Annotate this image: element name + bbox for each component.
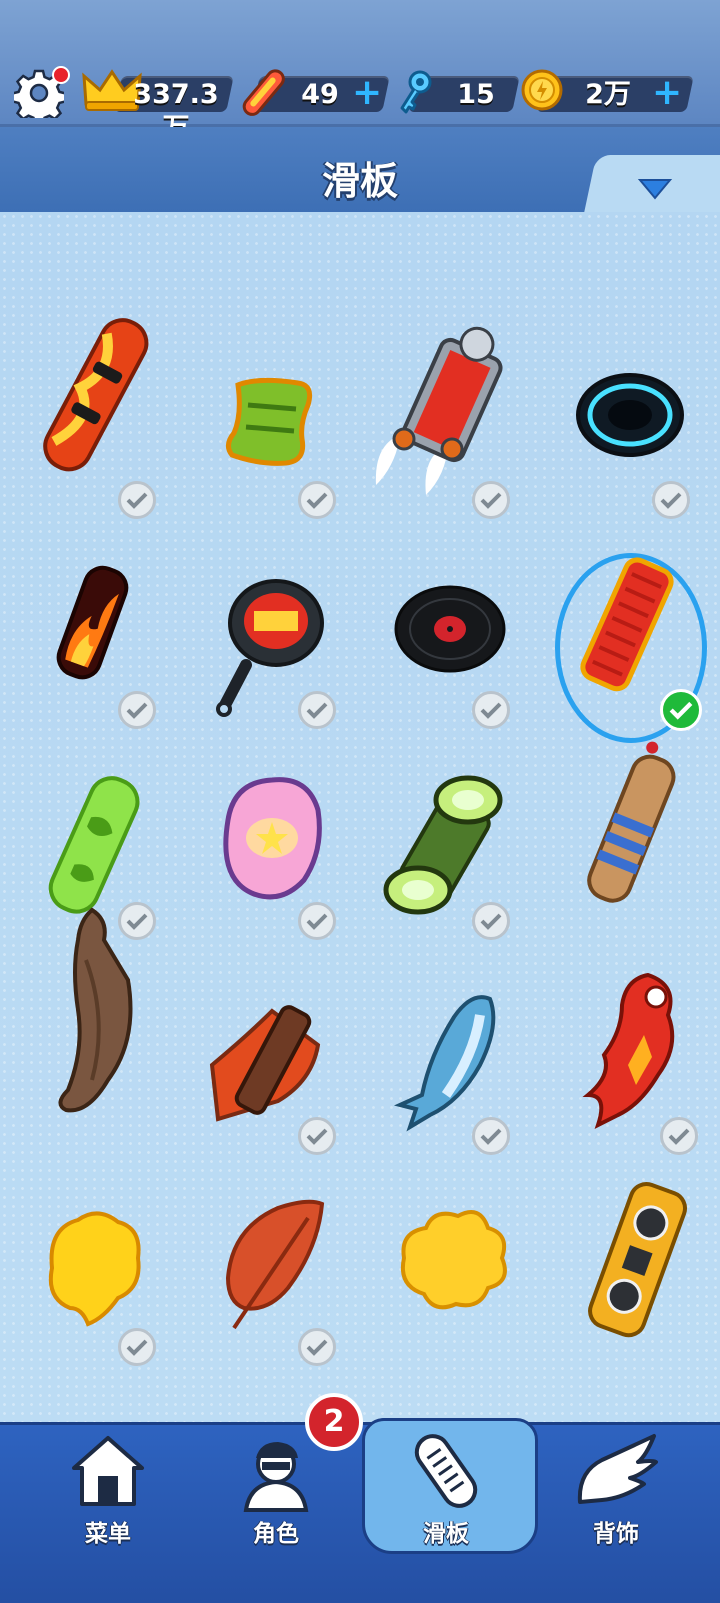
owned-check-icon xyxy=(472,1117,510,1155)
notification-badge: 2 xyxy=(305,1393,363,1451)
nav-tab-back-accessory[interactable]: 背饰 xyxy=(546,1432,686,1552)
boombox-board-icon xyxy=(588,1182,687,1338)
nav-label-hoverboard: 滑板 xyxy=(423,1521,469,1547)
giraffe-board-icon xyxy=(587,741,676,903)
board-item-pink-cat-board[interactable] xyxy=(188,730,368,944)
frying-pan-icon xyxy=(216,579,324,717)
key-icon xyxy=(400,70,432,114)
score-value: 337.3万 xyxy=(133,79,219,144)
owned-check-icon xyxy=(472,902,510,940)
key-count-value: 15 xyxy=(457,79,495,110)
board-item-green-board[interactable] xyxy=(188,305,368,519)
nav-tab-menu[interactable]: 菜单 xyxy=(38,1432,178,1552)
neon-ring-board-icon xyxy=(576,373,684,457)
yellow-cloud-icon xyxy=(48,1211,141,1327)
hoverboard-currency-icon xyxy=(242,69,285,116)
board-item-red-dragon-board[interactable] xyxy=(548,945,720,1159)
owned-check-icon xyxy=(298,902,336,940)
whale-icon xyxy=(393,995,496,1132)
add-coins-button[interactable]: + xyxy=(652,75,682,111)
owned-check-icon xyxy=(652,481,690,519)
green-board-icon xyxy=(226,377,313,466)
board-item-rocket-board[interactable] xyxy=(356,305,536,519)
board-item-popcorn-board[interactable] xyxy=(370,1158,550,1372)
owned-check-icon xyxy=(118,691,156,729)
dragon-boat-icon xyxy=(58,907,133,1113)
owned-check-icon xyxy=(472,691,510,729)
vinyl-record-icon xyxy=(394,585,506,673)
notification-dot xyxy=(52,66,70,84)
owned-check-icon xyxy=(472,481,510,519)
board-item-dragon-boat-board[interactable] xyxy=(8,900,188,1114)
board-item-vinyl-record-board[interactable] xyxy=(370,517,550,731)
dropdown-arrow-icon[interactable] xyxy=(637,176,673,202)
owned-check-icon xyxy=(298,1117,336,1155)
nav-tab-character[interactable]: 角色 xyxy=(206,1432,346,1552)
owned-check-icon xyxy=(660,1117,698,1155)
nav-label-character: 角色 xyxy=(253,1521,299,1547)
owned-check-icon xyxy=(298,1328,336,1366)
board-item-autumn-leaf-board[interactable] xyxy=(188,1158,368,1372)
nav-tab-hoverboard[interactable]: 滑板 xyxy=(376,1432,516,1552)
coin-count-value: 2万 xyxy=(585,79,631,110)
red-sail-ship-icon xyxy=(209,1005,321,1122)
board-item-red-board[interactable] xyxy=(536,517,716,731)
autumn-leaf-icon xyxy=(225,1199,325,1330)
owned-check-icon xyxy=(118,481,156,519)
flame-snowboard-icon xyxy=(43,318,149,472)
board-item-neon-ring-board[interactable] xyxy=(536,305,716,519)
hoverboard-icon xyxy=(414,1434,478,1508)
owned-check-icon xyxy=(118,1328,156,1366)
rocket-board-icon xyxy=(375,326,503,495)
board-item-red-sail-ship-board[interactable] xyxy=(188,945,368,1159)
board-item-yellow-cloud-board[interactable] xyxy=(8,1158,188,1372)
nav-label-menu: 菜单 xyxy=(85,1521,131,1547)
wings-icon xyxy=(577,1434,658,1504)
equipped-check-icon xyxy=(660,689,702,731)
page-title: 滑板 xyxy=(321,159,398,203)
board-item-giraffe-board[interactable] xyxy=(560,730,720,944)
board-item-green-wheel-board[interactable] xyxy=(370,730,550,944)
fire-board-icon xyxy=(56,565,129,680)
character-icon xyxy=(243,1442,309,1512)
owned-check-icon xyxy=(298,691,336,729)
pink-cat-board-icon xyxy=(223,777,322,900)
owned-check-icon xyxy=(298,481,336,519)
nav-label-back-accessory: 背饰 xyxy=(593,1521,639,1547)
board-count-value: 49 xyxy=(301,79,339,110)
coin-icon xyxy=(521,69,563,111)
popcorn-icon xyxy=(401,1210,507,1310)
board-item-frying-pan-board[interactable] xyxy=(188,517,368,731)
board-item-flame-snowboard[interactable] xyxy=(8,305,188,519)
green-wheel-board-icon xyxy=(383,775,503,915)
add-boards-button[interactable]: + xyxy=(352,75,382,111)
board-item-boombox-board[interactable] xyxy=(560,1158,720,1372)
board-item-whale-board[interactable] xyxy=(370,945,550,1159)
home-icon xyxy=(72,1436,144,1506)
board-item-fire-board[interactable] xyxy=(8,517,188,731)
